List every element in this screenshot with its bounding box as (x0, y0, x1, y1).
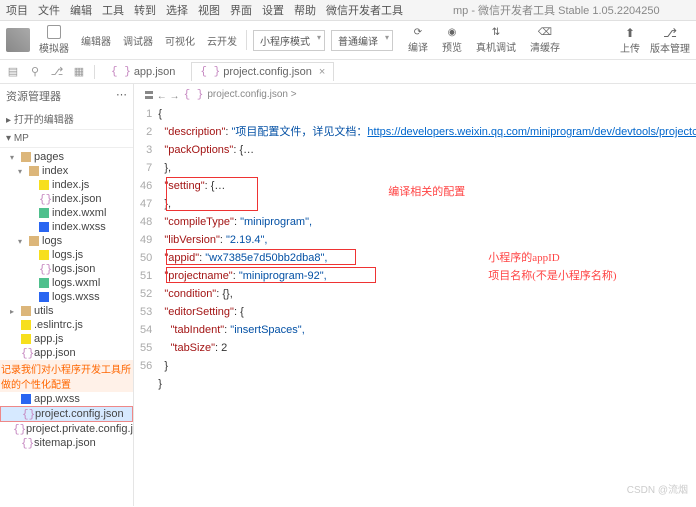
tree-item-project-private-config-json[interactable]: {}project.private.config.json (0, 422, 133, 436)
search-icon[interactable]: ⚲ (28, 65, 42, 79)
tab-project-config[interactable]: { }project.config.json× (191, 62, 334, 81)
close-icon[interactable]: × (319, 66, 325, 78)
branch-icon[interactable]: ⎇ (50, 65, 64, 79)
tree-item-app-json[interactable]: {}app.json (0, 346, 133, 360)
tree-item-logs-wxss[interactable]: logs.wxss (0, 290, 133, 304)
menu-item[interactable]: 设置 (262, 2, 284, 18)
tree-item-sitemap-json[interactable]: {}sitemap.json (0, 436, 133, 450)
tree-item-app-js[interactable]: app.js (0, 332, 133, 346)
tree-item-index-wxml[interactable]: index.wxml (0, 206, 133, 220)
menu-item[interactable]: 工具 (102, 2, 124, 18)
preview-button[interactable]: ◉预览 (439, 27, 465, 54)
avatar[interactable] (6, 28, 30, 52)
tree-item-utils[interactable]: ▸utils (0, 304, 133, 318)
tree-item-app-wxss[interactable]: app.wxss (0, 392, 133, 406)
tree-item-index-json[interactable]: {}index.json (0, 192, 133, 206)
watermark: CSDN @流烟 (627, 481, 688, 496)
tab-editor[interactable]: 编辑器 (78, 33, 114, 48)
explorer-title: 资源管理器 (6, 88, 61, 104)
tab-debugger[interactable]: 调试器 (120, 33, 156, 48)
clearcache-button[interactable]: ⌫清缓存 (527, 27, 563, 54)
tab-simulator[interactable]: 模拟器 (36, 25, 72, 55)
annotation-compile: 编译相关的配置 (388, 183, 465, 201)
tree-item-project-config-json[interactable]: {}project.config.json (0, 406, 133, 422)
project-section[interactable]: ▾ MP (0, 130, 133, 148)
tree-item-logs[interactable]: ▾logs (0, 234, 133, 248)
realdevice-button[interactable]: ⇅真机调试 (473, 27, 519, 54)
overlay-note: 记录我们对小程序开发工具所做的个性化配置 (0, 360, 133, 392)
menu-item[interactable]: 文件 (38, 2, 60, 18)
tree-item-logs-wxml[interactable]: logs.wxml (0, 276, 133, 290)
tree-item-index-js[interactable]: index.js (0, 178, 133, 192)
annotation-projectname: 项目名称(不是小程序名称) (488, 267, 616, 285)
tree-item-pages[interactable]: ▾pages (0, 150, 133, 164)
editor-tabbar: ▤ ⚲ ⎇ ▦ { }app.json { }project.config.js… (0, 60, 696, 84)
tab-visual[interactable]: 可视化 (162, 33, 198, 48)
window-title: mp - 微信开发者工具 Stable 1.05.2204250 (453, 2, 660, 18)
menu-item[interactable]: 帮助 (294, 2, 316, 18)
menu-item[interactable]: 转到 (134, 2, 156, 18)
more-icon[interactable]: ⋯ (116, 88, 127, 104)
tab-app-json[interactable]: { }app.json (103, 63, 183, 81)
editor-pane: 〓 ← → { } project.config.json > 12374647… (134, 84, 696, 506)
sidebar: 资源管理器 ⋯ ▸ 打开的编辑器 ▾ MP ▾pages▾indexindex.j… (0, 84, 134, 506)
menu-item[interactable]: 微信开发者工具 (326, 2, 403, 18)
breadcrumb[interactable]: 〓 ← → { } project.config.json > (134, 84, 696, 105)
code-area[interactable]: { "description": "项目配置文件，详见文档：https://de… (158, 105, 696, 506)
tree-item--eslintrc-js[interactable]: .eslintrc.js (0, 318, 133, 332)
compile-dropdown[interactable]: 普通编译 (331, 30, 393, 51)
compile-button[interactable]: ⟳编译 (405, 27, 431, 54)
menu-item[interactable]: 选择 (166, 2, 188, 18)
tree-item-index[interactable]: ▾index (0, 164, 133, 178)
upload-button[interactable]: ⬆上传 (620, 26, 640, 55)
open-editors-section[interactable]: ▸ 打开的编辑器 (0, 108, 133, 130)
tree-item-index-wxss[interactable]: index.wxss (0, 220, 133, 234)
main-toolbar: 模拟器 编辑器 调试器 可视化 云开发 小程序模式 普通编译 ⟳编译 ◉预览 ⇅… (0, 21, 696, 60)
explorer-icon[interactable]: ▤ (6, 65, 20, 79)
ext-icon[interactable]: ▦ (72, 65, 86, 79)
tab-cloud[interactable]: 云开发 (204, 33, 240, 48)
tree-item-logs-json[interactable]: {}logs.json (0, 262, 133, 276)
tree-item-logs-js[interactable]: logs.js (0, 248, 133, 262)
menu-item[interactable]: 视图 (198, 2, 220, 18)
menu-item[interactable]: 界面 (230, 2, 252, 18)
version-button[interactable]: ⎇版本管理 (650, 26, 690, 55)
menu-item[interactable]: 编辑 (70, 2, 92, 18)
menu-item[interactable]: 项目 (6, 2, 28, 18)
menubar: 项目 文件 编辑 工具 转到 选择 视图 界面 设置 帮助 微信开发者工具 mp… (0, 0, 696, 21)
mode-dropdown[interactable]: 小程序模式 (253, 30, 325, 51)
annotation-appid: 小程序的appID (488, 249, 560, 267)
